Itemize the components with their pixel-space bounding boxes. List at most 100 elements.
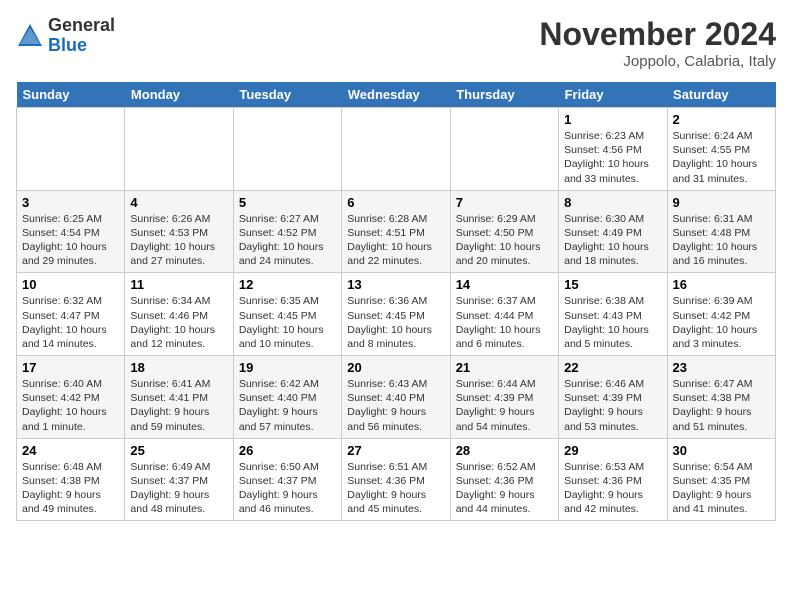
day-info: Sunrise: 6:38 AM Sunset: 4:43 PM Dayligh… [564, 294, 661, 351]
day-number: 25 [130, 443, 227, 458]
day-info: Sunrise: 6:35 AM Sunset: 4:45 PM Dayligh… [239, 294, 336, 351]
day-number: 5 [239, 195, 336, 210]
calendar-cell: 20 Sunrise: 6:43 AM Sunset: 4:40 PM Dayli… [342, 356, 450, 439]
day-info: Sunrise: 6:36 AM Sunset: 4:45 PM Dayligh… [347, 294, 444, 351]
day-info: Sunrise: 6:41 AM Sunset: 4:41 PM Dayligh… [130, 377, 227, 434]
day-number: 2 [673, 112, 770, 127]
calendar-cell [450, 108, 558, 191]
calendar-cell: 12 Sunrise: 6:35 AM Sunset: 4:45 PM Dayli… [233, 273, 341, 356]
day-info: Sunrise: 6:23 AM Sunset: 4:56 PM Dayligh… [564, 129, 661, 186]
logo-blue: Blue [48, 35, 87, 55]
day-number: 18 [130, 360, 227, 375]
calendar-cell: 18 Sunrise: 6:41 AM Sunset: 4:41 PM Dayli… [125, 356, 233, 439]
day-info: Sunrise: 6:37 AM Sunset: 4:44 PM Dayligh… [456, 294, 553, 351]
calendar-cell: 1 Sunrise: 6:23 AM Sunset: 4:56 PM Daylig… [559, 108, 667, 191]
day-number: 13 [347, 277, 444, 292]
weekday-header-wednesday: Wednesday [342, 82, 450, 108]
day-number: 12 [239, 277, 336, 292]
day-number: 16 [673, 277, 770, 292]
day-number: 3 [22, 195, 119, 210]
calendar-cell: 25 Sunrise: 6:49 AM Sunset: 4:37 PM Dayli… [125, 438, 233, 521]
day-number: 28 [456, 443, 553, 458]
day-number: 8 [564, 195, 661, 210]
day-number: 20 [347, 360, 444, 375]
weekday-header-monday: Monday [125, 82, 233, 108]
day-info: Sunrise: 6:39 AM Sunset: 4:42 PM Dayligh… [673, 294, 770, 351]
logo: General Blue [16, 16, 115, 56]
calendar-cell [342, 108, 450, 191]
calendar-cell: 16 Sunrise: 6:39 AM Sunset: 4:42 PM Dayli… [667, 273, 775, 356]
day-number: 19 [239, 360, 336, 375]
day-number: 1 [564, 112, 661, 127]
day-info: Sunrise: 6:48 AM Sunset: 4:38 PM Dayligh… [22, 460, 119, 517]
calendar-cell: 10 Sunrise: 6:32 AM Sunset: 4:47 PM Dayli… [17, 273, 125, 356]
day-info: Sunrise: 6:27 AM Sunset: 4:52 PM Dayligh… [239, 212, 336, 269]
weekday-header-friday: Friday [559, 82, 667, 108]
logo-text: General Blue [48, 16, 115, 56]
logo-icon [16, 22, 44, 50]
calendar-cell: 26Sunrise: 6:50 AM Sunset: 4:37 PM Dayli… [233, 438, 341, 521]
day-number: 22 [564, 360, 661, 375]
day-info: Sunrise: 6:40 AM Sunset: 4:42 PM Dayligh… [22, 377, 119, 434]
location: Joppolo, Calabria, Italy [539, 53, 776, 70]
calendar-cell: 15 Sunrise: 6:38 AM Sunset: 4:43 PM Dayli… [559, 273, 667, 356]
weekday-header-thursday: Thursday [450, 82, 558, 108]
calendar-cell: 2 Sunrise: 6:24 AM Sunset: 4:55 PM Daylig… [667, 108, 775, 191]
page-header: General Blue November 2024 Joppolo, Cala… [16, 16, 776, 70]
day-number: 30 [673, 443, 770, 458]
calendar-cell: 3 Sunrise: 6:25 AM Sunset: 4:54 PM Daylig… [17, 190, 125, 273]
day-number: 11 [130, 277, 227, 292]
day-info: Sunrise: 6:54 AM Sunset: 4:35 PM Dayligh… [673, 460, 770, 517]
day-number: 9 [673, 195, 770, 210]
calendar-cell [233, 108, 341, 191]
calendar-table: SundayMondayTuesdayWednesdayThursdayFrid… [16, 82, 776, 521]
day-info: Sunrise: 6:51 AM Sunset: 4:36 PM Dayligh… [347, 460, 444, 517]
calendar-cell: 28 Sunrise: 6:52 AM Sunset: 4:36 PM Dayli… [450, 438, 558, 521]
weekday-header-sunday: Sunday [17, 82, 125, 108]
day-info: Sunrise: 6:25 AM Sunset: 4:54 PM Dayligh… [22, 212, 119, 269]
day-info: Sunrise: 6:49 AM Sunset: 4:37 PM Dayligh… [130, 460, 227, 517]
day-number: 27 [347, 443, 444, 458]
month-title: November 2024 [539, 16, 776, 53]
day-info: Sunrise: 6:32 AM Sunset: 4:47 PM Dayligh… [22, 294, 119, 351]
day-info: Sunrise: 6:24 AM Sunset: 4:55 PM Dayligh… [673, 129, 770, 186]
day-info: Sunrise: 6:30 AM Sunset: 4:49 PM Dayligh… [564, 212, 661, 269]
calendar-cell: 11 Sunrise: 6:34 AM Sunset: 4:46 PM Dayli… [125, 273, 233, 356]
calendar-cell: 30 Sunrise: 6:54 AM Sunset: 4:35 PM Dayli… [667, 438, 775, 521]
day-number: 7 [456, 195, 553, 210]
calendar-cell: 6 Sunrise: 6:28 AM Sunset: 4:51 PM Daylig… [342, 190, 450, 273]
day-number: 10 [22, 277, 119, 292]
day-info: Sunrise: 6:46 AM Sunset: 4:39 PM Dayligh… [564, 377, 661, 434]
calendar-cell: 4Sunrise: 6:26 AM Sunset: 4:53 PM Daylig… [125, 190, 233, 273]
day-info: Sunrise: 6:43 AM Sunset: 4:40 PM Dayligh… [347, 377, 444, 434]
day-info: Sunrise: 6:29 AM Sunset: 4:50 PM Dayligh… [456, 212, 553, 269]
day-info: Sunrise: 6:28 AM Sunset: 4:51 PM Dayligh… [347, 212, 444, 269]
calendar-cell: 29 Sunrise: 6:53 AM Sunset: 4:36 PM Dayli… [559, 438, 667, 521]
calendar-cell: 14 Sunrise: 6:37 AM Sunset: 4:44 PM Dayli… [450, 273, 558, 356]
title-block: November 2024 Joppolo, Calabria, Italy [539, 16, 776, 70]
day-info: Sunrise: 6:42 AM Sunset: 4:40 PM Dayligh… [239, 377, 336, 434]
day-info: Sunrise: 6:34 AM Sunset: 4:46 PM Dayligh… [130, 294, 227, 351]
day-info: Sunrise: 6:53 AM Sunset: 4:36 PM Dayligh… [564, 460, 661, 517]
calendar-cell: 22 Sunrise: 6:46 AM Sunset: 4:39 PM Dayli… [559, 356, 667, 439]
calendar-cell: 24Sunrise: 6:48 AM Sunset: 4:38 PM Dayli… [17, 438, 125, 521]
day-number: 21 [456, 360, 553, 375]
day-info: Sunrise: 6:26 AM Sunset: 4:53 PM Dayligh… [130, 212, 227, 269]
calendar-cell: 21Sunrise: 6:44 AM Sunset: 4:39 PM Dayli… [450, 356, 558, 439]
calendar-cell: 5 Sunrise: 6:27 AM Sunset: 4:52 PM Daylig… [233, 190, 341, 273]
calendar-cell [17, 108, 125, 191]
calendar-cell: 8 Sunrise: 6:30 AM Sunset: 4:49 PM Daylig… [559, 190, 667, 273]
day-number: 23 [673, 360, 770, 375]
day-number: 29 [564, 443, 661, 458]
day-info: Sunrise: 6:31 AM Sunset: 4:48 PM Dayligh… [673, 212, 770, 269]
day-number: 15 [564, 277, 661, 292]
calendar-cell: 27 Sunrise: 6:51 AM Sunset: 4:36 PM Dayli… [342, 438, 450, 521]
day-number: 26 [239, 443, 336, 458]
day-number: 17 [22, 360, 119, 375]
weekday-header-saturday: Saturday [667, 82, 775, 108]
logo-general: General [48, 15, 115, 35]
day-number: 14 [456, 277, 553, 292]
weekday-header-tuesday: Tuesday [233, 82, 341, 108]
day-info: Sunrise: 6:52 AM Sunset: 4:36 PM Dayligh… [456, 460, 553, 517]
day-number: 6 [347, 195, 444, 210]
